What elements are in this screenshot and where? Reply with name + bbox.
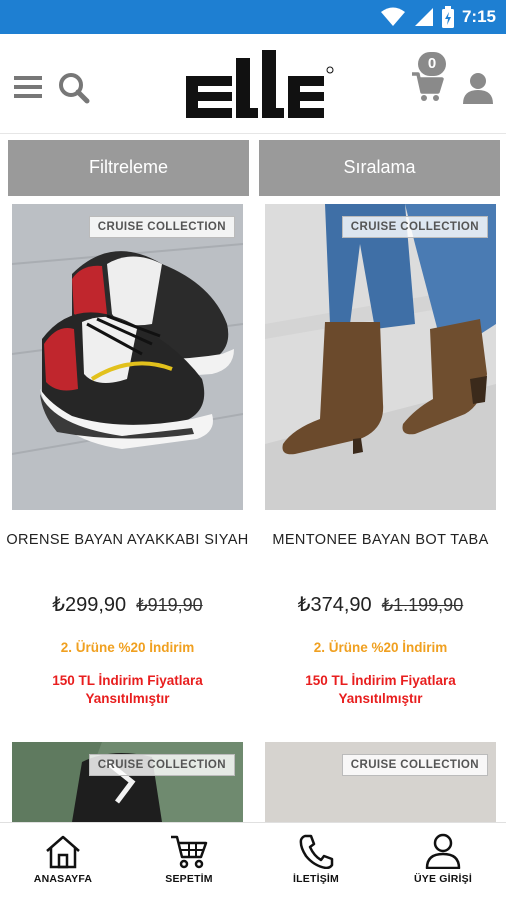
user-icon[interactable] [462,72,494,104]
product-price: ₺374,90 [297,594,372,616]
promo-text: 2. Ürüne %20 İndirim [313,640,448,655]
discount-note: 150 TL İndirim Fiyatlara Yansıtılmıştır [305,673,456,706]
product-card[interactable]: CRUISE COLLECTION [12,742,243,822]
filter-button[interactable]: Filtreleme [8,140,249,196]
nav-label: ANASAYFA [33,873,93,885]
product-old-price: ₺919,90 [136,595,203,615]
home-icon [46,835,80,869]
price-row: ₺299,90 ₺919,90 [12,592,243,617]
brand-logo[interactable] [186,50,336,118]
product-price: ₺299,90 [52,594,127,616]
status-bar: 7:15 [0,0,506,34]
product-image-sneaker[interactable]: CRUISE COLLECTION [12,204,243,510]
product-name[interactable]: MENTONEE BAYAN BOT TABA [259,530,502,550]
sort-button[interactable]: Sıralama [259,140,500,196]
nav-login[interactable]: ÜYE GİRİŞİ [380,823,506,900]
filter-bar: Filtreleme Sıralama [0,140,506,196]
nav-label: SEPETİM [165,873,213,885]
product-image-boot[interactable]: CRUISE COLLECTION [265,204,496,510]
product-name[interactable]: ORENSE BAYAN AYAKKABI SIYAH [6,530,249,550]
nav-label: İLETİŞİM [293,873,339,885]
nav-contact[interactable]: İLETİŞİM [253,823,379,900]
product-image[interactable]: CRUISE COLLECTION [12,742,243,822]
price-row: ₺374,90 ₺1.199,90 [265,592,496,617]
wifi-icon [380,7,405,26]
product-card[interactable]: CRUISE COLLECTION [265,742,496,822]
discount-note: 150 TL İndirim Fiyatlara Yansıtılmıştır [52,673,203,706]
collection-tag: CRUISE COLLECTION [341,754,488,776]
collection-tag: CRUISE COLLECTION [341,216,488,238]
menu-icon[interactable] [14,76,42,98]
app-header: 0 [0,34,506,134]
battery-icon [441,6,454,28]
cart-count-badge: 0 [418,52,446,76]
nav-home[interactable]: ANASAYFA [0,823,126,900]
collection-tag: CRUISE COLLECTION [88,216,235,238]
collection-tag: CRUISE COLLECTION [88,754,235,776]
user-icon [425,833,461,869]
clock: 7:15 [461,7,496,26]
product-image[interactable]: CRUISE COLLECTION [265,742,496,822]
promo-text: 2. Ürüne %20 İndirim [60,640,195,655]
nav-label: ÜYE GİRİŞİ [413,873,472,885]
bottom-navigation: ANASAYFA SEPETİM İLETİŞİM ÜYE GİRİŞİ [0,822,506,900]
phone-icon [299,834,334,869]
product-old-price: ₺1.199,90 [381,595,464,615]
nav-cart[interactable]: SEPETİM [126,823,252,900]
product-card[interactable]: CRUISE COLLECTION ORENSE BAYAN AYAKKABI … [6,204,248,714]
search-icon[interactable] [58,72,90,104]
product-card[interactable]: CRUISE COLLECTION MENTONEE BAYAN BOT TAB… [265,204,496,714]
signal-icon [414,8,433,26]
cart-icon [171,835,208,869]
